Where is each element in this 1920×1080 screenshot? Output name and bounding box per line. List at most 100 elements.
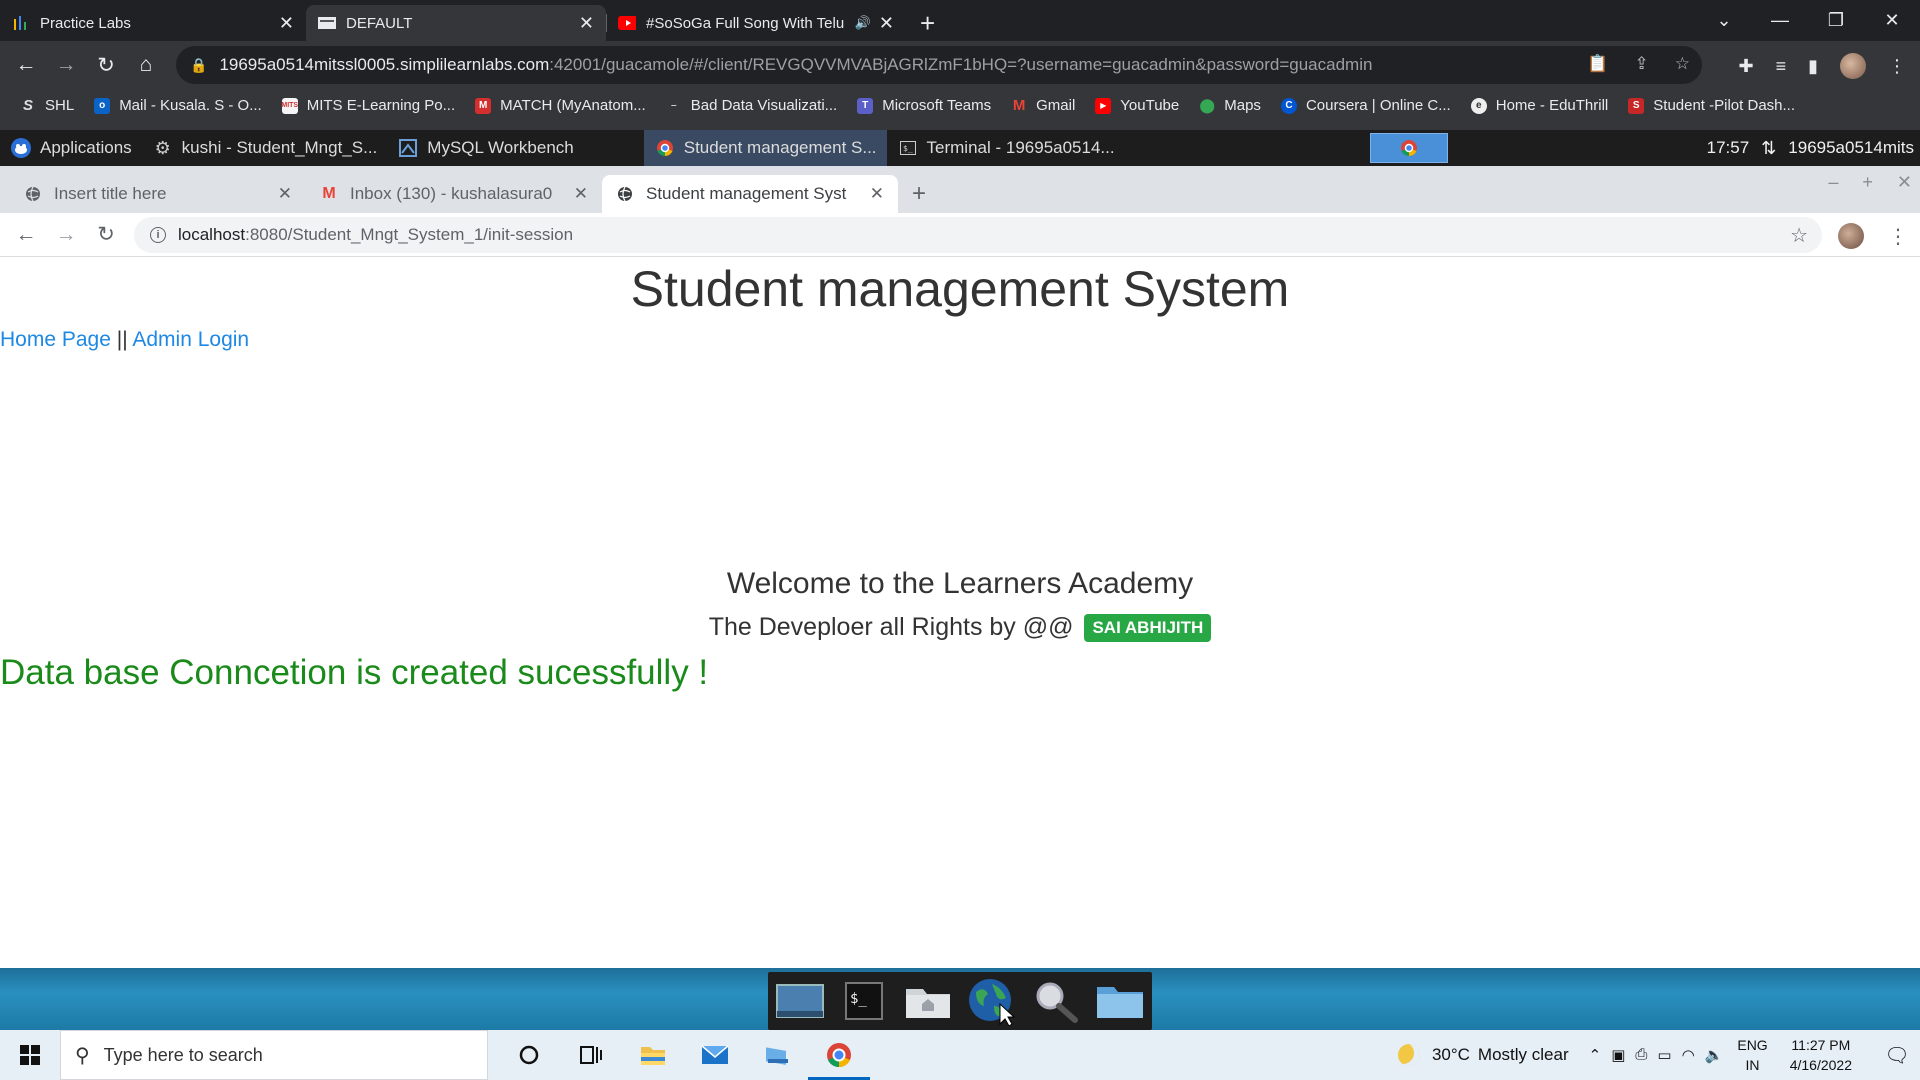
taskbar-search-input[interactable]: ⚲ Type here to search	[60, 1030, 488, 1080]
bookmark-bad-data[interactable]: – Bad Data Visualizati...	[666, 97, 837, 114]
more-icon[interactable]: ⋮	[1888, 56, 1906, 77]
share-icon[interactable]: ⇪	[1635, 54, 1649, 74]
search-magnifier-icon[interactable]	[1030, 978, 1082, 1024]
bookmark-pilot[interactable]: S Student -Pilot Dash...	[1628, 97, 1795, 114]
speaker-icon[interactable]: 🔊	[855, 15, 871, 31]
close-window-icon[interactable]: ✕	[1864, 10, 1920, 31]
bookmark-maps[interactable]: ⬤ Maps	[1199, 97, 1261, 114]
more-icon[interactable]: ⋮	[1888, 224, 1908, 249]
outlook-icon: o	[94, 97, 111, 114]
remote-desktop-icon[interactable]	[746, 1030, 808, 1080]
forward-icon[interactable]: →	[46, 223, 86, 247]
bookmark-gmail[interactable]: M Gmail	[1011, 97, 1075, 114]
remote-window-eclipse[interactable]: ⚙ kushi - Student_Mngt_S...	[142, 130, 388, 166]
taskbar-clock[interactable]: 11:27 PM 4/16/2022	[1790, 1035, 1852, 1075]
outer-tab-label: Practice Labs	[40, 14, 131, 32]
home-page-link[interactable]: Home Page	[0, 328, 111, 351]
show-desktop-icon[interactable]	[774, 978, 826, 1024]
remote-window-mysql[interactable]: MySQL Workbench	[387, 130, 583, 166]
reload-icon[interactable]: ↻	[86, 53, 126, 78]
bookmark-star-icon[interactable]: ☆	[1675, 54, 1690, 74]
media-icon[interactable]: ≡	[1776, 56, 1787, 77]
meet-now-icon[interactable]: ▣	[1611, 1046, 1625, 1064]
bookmark-star-icon[interactable]: ☆	[1790, 223, 1808, 248]
bookmark-label: MITS E-Learning Po...	[306, 97, 456, 114]
close-icon[interactable]: ✕	[574, 184, 588, 204]
remote-user[interactable]: 19695a0514mits	[1788, 138, 1914, 158]
inner-tab-student-management[interactable]: Student management Syst ✕	[602, 175, 898, 213]
wifi-icon[interactable]: ◠	[1682, 1046, 1695, 1064]
close-icon[interactable]: ✕	[579, 13, 594, 34]
restore-icon[interactable]: ❐	[1808, 10, 1864, 31]
back-icon[interactable]: ←	[6, 223, 46, 247]
clipboard-icon[interactable]: 📋	[1587, 54, 1608, 74]
side-panel-icon[interactable]: ▮	[1808, 56, 1818, 77]
printer-icon[interactable]: ⎙	[1635, 1046, 1647, 1064]
reload-icon[interactable]: ↻	[86, 222, 126, 247]
tab-search-icon[interactable]: ⌄	[1696, 10, 1752, 31]
close-icon[interactable]: ✕	[879, 13, 894, 34]
task-view-icon[interactable]	[560, 1030, 622, 1080]
close-icon[interactable]: ✕	[279, 13, 294, 34]
back-icon[interactable]: ←	[6, 53, 46, 77]
notification-icon[interactable]: 🗨	[1874, 1043, 1920, 1068]
workspace-chrome-button[interactable]	[1370, 133, 1448, 163]
bookmark-label: MATCH (MyAnatom...	[500, 97, 646, 114]
close-window-icon[interactable]: ✕	[1897, 172, 1912, 193]
minimize-icon[interactable]: –	[1828, 172, 1838, 193]
weather-widget[interactable]: 30°C Mostly clear	[1397, 1044, 1569, 1066]
new-tab-button[interactable]: +	[912, 175, 926, 213]
file-manager-icon[interactable]	[1094, 978, 1146, 1024]
bookmark-eduthrill[interactable]: e Home - EduThrill	[1470, 97, 1608, 114]
web-browser-icon[interactable]	[966, 978, 1018, 1026]
forward-icon[interactable]: →	[46, 53, 86, 77]
cortana-icon[interactable]	[498, 1030, 560, 1080]
chevron-up-icon[interactable]: ⌃	[1589, 1046, 1602, 1064]
close-icon[interactable]: ✕	[278, 184, 292, 204]
home-folder-icon[interactable]	[902, 978, 954, 1024]
bookmark-label: YouTube	[1120, 97, 1180, 114]
inner-tab-inbox[interactable]: M Inbox (130) - kushalasura0 ✕	[306, 175, 602, 213]
applications-menu[interactable]: Applications	[0, 130, 142, 166]
remote-clock[interactable]: 17:57	[1707, 138, 1750, 158]
terminal-icon[interactable]: $_	[838, 978, 890, 1024]
chrome-taskbar-icon[interactable]	[808, 1030, 870, 1080]
mits-icon: MITS	[281, 97, 298, 114]
new-tab-button[interactable]: +	[920, 5, 935, 41]
avatar[interactable]	[1840, 53, 1866, 79]
bookmark-teams[interactable]: T Microsoft Teams	[857, 97, 991, 114]
outer-address-bar[interactable]: 🔒 19695a0514mitssl0005.simplilearnlabs.c…	[176, 46, 1702, 84]
avatar[interactable]	[1838, 223, 1864, 249]
outer-tab-practice-labs[interactable]: Practice Labs ✕	[0, 5, 306, 41]
inner-tab-insert-title[interactable]: Insert title here ✕	[10, 175, 306, 213]
maximize-icon[interactable]: +	[1862, 172, 1873, 193]
bookmark-youtube[interactable]: ▶ YouTube	[1095, 97, 1179, 114]
language-indicator[interactable]: ENG IN	[1737, 1035, 1767, 1075]
bookmark-match[interactable]: M MATCH (MyAnatom...	[475, 97, 646, 114]
battery-icon[interactable]: ▭	[1657, 1046, 1671, 1064]
network-transfer-icon[interactable]: ⇅	[1761, 138, 1776, 159]
admin-login-link[interactable]: Admin Login	[132, 328, 249, 351]
inner-toolbar: ← → ↻ i localhost:8080/Student_Mngt_Syst…	[0, 213, 1920, 257]
bookmark-mail[interactable]: o Mail - Kusala. S - O...	[94, 97, 262, 114]
lock-icon[interactable]: 🔒	[190, 57, 207, 74]
outer-tab-youtube[interactable]: #SoSoGa Full Song With Telu 🔊 ✕	[606, 5, 906, 41]
remote-window-chrome[interactable]: Student management S...	[643, 130, 887, 166]
home-icon[interactable]: ⌂	[126, 53, 166, 77]
bookmark-shl[interactable]: S SHL	[20, 97, 74, 114]
bookmark-coursera[interactable]: C Coursera | Online C...	[1280, 97, 1451, 114]
mail-icon[interactable]	[684, 1030, 746, 1080]
url-rest: :42001/guacamole/#/client/REVGQVVMVABjAG…	[549, 55, 1373, 74]
close-icon[interactable]: ✕	[870, 184, 884, 204]
gmail-icon: M	[1012, 97, 1026, 114]
bookmark-mits[interactable]: MITS MITS E-Learning Po...	[281, 97, 456, 114]
info-icon[interactable]: i	[150, 227, 166, 243]
minimize-icon[interactable]: —	[1752, 10, 1808, 31]
remote-window-terminal[interactable]: $_ Terminal - 19695a0514...	[887, 130, 1125, 166]
extensions-icon[interactable]: ✚	[1738, 56, 1753, 77]
volume-icon[interactable]: 🔈	[1705, 1046, 1724, 1064]
file-explorer-icon[interactable]	[622, 1030, 684, 1080]
start-button[interactable]	[0, 1030, 60, 1080]
inner-address-bar[interactable]: i localhost:8080/Student_Mngt_System_1/i…	[134, 217, 1822, 253]
outer-tab-default[interactable]: DEFAULT ✕	[306, 5, 606, 41]
